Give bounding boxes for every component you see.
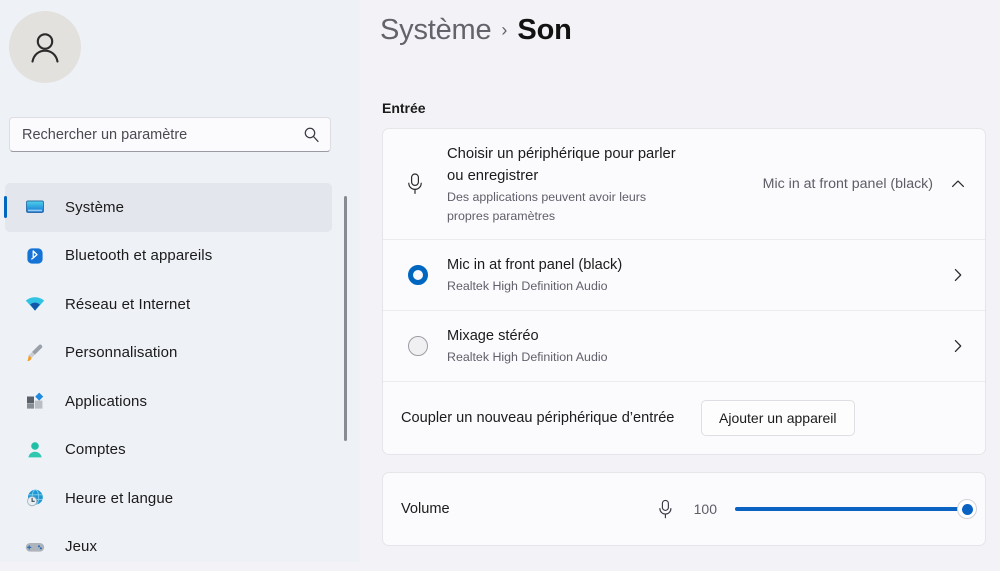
person-avatar-icon <box>25 27 65 67</box>
device-chooser-texts: Choisir un périphérique pour parler ou e… <box>447 143 763 226</box>
paintbrush-icon <box>23 341 47 365</box>
search-icon[interactable] <box>303 126 320 143</box>
sidebar-item-label: Bluetooth et appareils <box>65 247 212 264</box>
slider-fill <box>735 507 967 511</box>
avatar[interactable] <box>9 11 81 83</box>
device-chooser-subtitle: Des applications peuvent avoir leurs pro… <box>447 188 687 226</box>
volume-value: 100 <box>687 501 717 517</box>
device-driver: Realtek High Definition Audio <box>447 348 949 366</box>
search-input[interactable] <box>22 127 303 143</box>
apps-icon <box>23 389 47 413</box>
device-driver: Realtek High Definition Audio <box>447 277 949 295</box>
gamepad-icon <box>23 535 47 559</box>
sidebar-item-personnalisation[interactable]: Personnalisation <box>5 329 332 378</box>
chevron-up-icon[interactable] <box>949 175 967 193</box>
device-name: Mixage stéréo <box>447 326 949 346</box>
settings-window: Système Bluetooth et appareils <box>0 0 1000 562</box>
device-texts: Mixage stéréo Realtek High Definition Au… <box>447 326 949 366</box>
sidebar-item-reseau-et-internet[interactable]: Réseau et Internet <box>5 280 332 329</box>
device-row-mixage-stereo[interactable]: Mixage stéréo Realtek High Definition Au… <box>383 310 985 381</box>
sidebar-item-label: Applications <box>65 393 147 410</box>
sidebar-item-systeme[interactable]: Système <box>5 183 332 232</box>
sidebar-nav: Système Bluetooth et appareils <box>0 183 360 571</box>
sidebar-item-applications[interactable]: Applications <box>5 377 332 426</box>
volume-card: Volume 100 <box>382 472 986 546</box>
microphone-icon <box>656 498 675 521</box>
device-chooser-title: Choisir un périphérique pour parler ou e… <box>447 143 682 187</box>
wifi-icon <box>23 292 47 316</box>
device-texts: Mic in at front panel (black) Realtek Hi… <box>447 255 949 295</box>
volume-slider[interactable] <box>735 498 967 520</box>
device-row-mic-in-at-front-panel[interactable]: Mic in at front panel (black) Realtek Hi… <box>383 239 985 310</box>
slider-thumb[interactable] <box>957 499 977 519</box>
search-box[interactable] <box>9 117 331 152</box>
sidebar-item-label: Personnalisation <box>65 344 178 361</box>
microphone-icon <box>401 171 429 197</box>
chevron-right-icon[interactable] <box>949 337 967 355</box>
pair-new-device-row: Coupler un nouveau périphérique d’entrée… <box>383 381 985 454</box>
clock-globe-icon <box>23 486 47 510</box>
sidebar-scrollbar[interactable] <box>344 196 347 441</box>
avatar-circle <box>9 11 81 83</box>
device-chooser-value[interactable]: Mic in at front panel (black) <box>763 176 933 192</box>
chevron-right-icon[interactable] <box>949 266 967 284</box>
sidebar-item-label: Jeux <box>65 538 97 555</box>
breadcrumb: Système › Son <box>380 14 572 47</box>
sidebar-item-label: Réseau et Internet <box>65 296 190 313</box>
page-title: Son <box>517 14 571 47</box>
content-area: Système › Son Entrée Choisir un périphér… <box>360 0 1000 562</box>
sidebar-item-bluetooth-et-appareils[interactable]: Bluetooth et appareils <box>5 232 332 281</box>
input-devices-card: Choisir un périphérique pour parler ou e… <box>382 128 986 455</box>
account-icon <box>23 438 47 462</box>
sidebar-item-heure-et-langue[interactable]: Heure et langue <box>5 474 332 523</box>
add-device-button[interactable]: Ajouter un appareil <box>701 400 855 436</box>
device-chooser-row[interactable]: Choisir un périphérique pour parler ou e… <box>383 129 985 239</box>
radio-unselected[interactable] <box>408 336 428 356</box>
sidebar-item-label: Heure et langue <box>65 490 173 507</box>
device-name: Mic in at front panel (black) <box>447 255 949 275</box>
bluetooth-icon <box>23 244 47 268</box>
sidebar: Système Bluetooth et appareils <box>0 0 360 562</box>
volume-row: Volume 100 <box>383 473 985 545</box>
sidebar-item-comptes[interactable]: Comptes <box>5 426 332 475</box>
sidebar-item-jeux[interactable]: Jeux <box>5 523 332 571</box>
pair-label: Coupler un nouveau périphérique d’entrée <box>401 408 701 429</box>
sidebar-item-label: Comptes <box>65 441 126 458</box>
monitor-icon <box>23 195 47 219</box>
sidebar-item-label: Système <box>65 199 124 216</box>
section-title-entree: Entrée <box>382 100 426 116</box>
breadcrumb-parent[interactable]: Système <box>380 14 491 47</box>
volume-label: Volume <box>401 501 656 517</box>
radio-selected[interactable] <box>408 265 428 285</box>
breadcrumb-separator: › <box>501 20 507 41</box>
